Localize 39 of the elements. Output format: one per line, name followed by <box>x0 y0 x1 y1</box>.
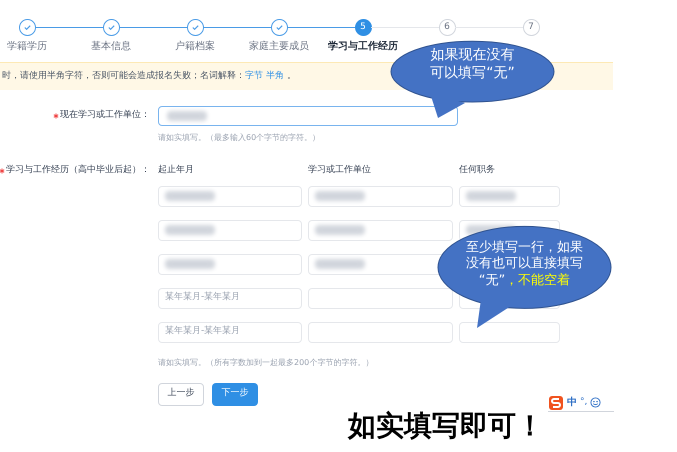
placeholder-text: 某年某月-某年某月 <box>165 325 240 338</box>
callout-text: “无” <box>478 272 506 288</box>
step-label: 基本信息 <box>91 40 131 54</box>
step-indicator: 5 <box>354 19 372 36</box>
notice-text: 时，请使用半角字符，否则可能会造成报名失败；名词解释：字节 半角 。 <box>1 70 296 83</box>
next-button[interactable]: 下一步 <box>212 382 258 406</box>
check-icon <box>274 23 284 32</box>
column-header: 起止年月 <box>158 164 195 177</box>
check-icon <box>22 23 32 32</box>
step-label: 学习与工作经历 <box>328 40 398 54</box>
callout-text: 可以填写“无” <box>430 64 515 82</box>
field-label: 学习与工作经历（高中毕业后起）： <box>6 164 150 177</box>
check-icon <box>106 23 116 32</box>
caption-text: 如实填写即可！ <box>348 408 544 444</box>
callout-text: 至少填写一行，如果 <box>466 240 583 256</box>
check-icon <box>190 23 200 32</box>
punctuation-label[interactable]: °, <box>580 396 588 410</box>
step-label: 学籍学历 <box>7 40 47 54</box>
hint-text: 请如实填写。（最多输入60个字节的字符。） <box>158 132 322 144</box>
term-link[interactable]: 半角 <box>266 70 284 81</box>
callout-text: 没有也可以直接填写 <box>466 256 583 272</box>
column-header: 任何职务 <box>459 164 496 177</box>
field-label: 现在学习或工作单位： <box>60 109 150 122</box>
smiley-icon[interactable] <box>590 397 602 408</box>
step-indicator: 6 <box>438 19 456 36</box>
input-field[interactable] <box>158 106 458 126</box>
input-field[interactable]: 某年某月-某年某月 <box>158 288 302 308</box>
back-button[interactable]: 上一步 <box>158 382 204 406</box>
mode-label[interactable]: 中 <box>567 395 577 410</box>
step-label: 户籍档案 <box>175 40 215 54</box>
term-link[interactable]: 字节 <box>245 70 263 81</box>
step-indicator: 7 <box>522 19 540 36</box>
placeholder-text: 某年某月-某年某月 <box>165 291 240 304</box>
column-header: 学习或工作单位 <box>308 164 372 177</box>
warning-text: ，不能空着 <box>505 272 570 288</box>
hint-text: 请如实填写。（所有字数加到一起最多200个字节的字符。） <box>158 356 374 368</box>
input-field[interactable]: 某年某月-某年某月 <box>158 322 302 342</box>
step-label: 家庭主要成员 <box>249 40 309 54</box>
callout-text: 如果现在没有 <box>430 47 514 64</box>
